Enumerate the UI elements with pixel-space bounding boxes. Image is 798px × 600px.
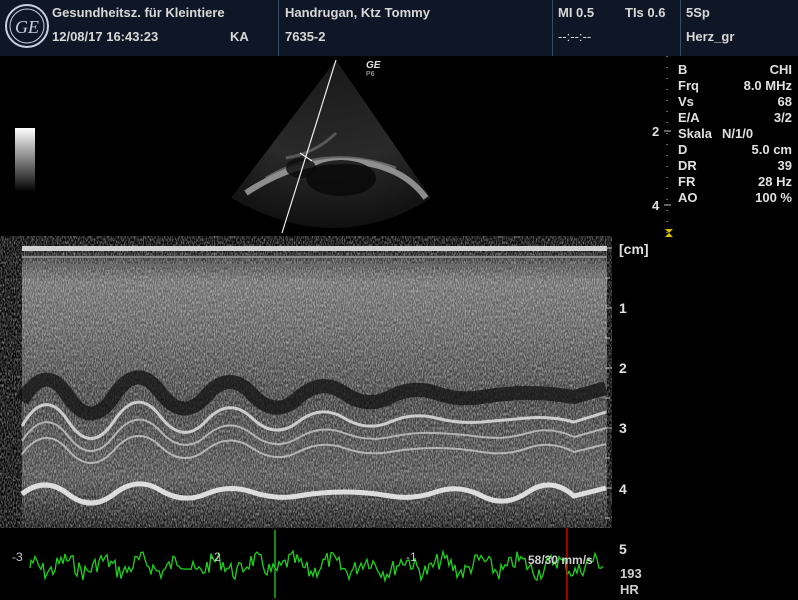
param-value: 5.0 cm xyxy=(751,142,792,157)
probe-name: 5Sp xyxy=(686,5,710,20)
param-key: Frq xyxy=(678,78,699,93)
preset-name: Herz_gr xyxy=(686,29,735,44)
param-key: DR xyxy=(678,158,697,173)
ecg-trace xyxy=(29,528,604,600)
param-key: D xyxy=(678,142,688,157)
depth-marker-icon[interactable] xyxy=(664,228,674,238)
param-row: E/A 3/2 xyxy=(678,110,796,126)
param-value: 8.0 MHz xyxy=(743,78,792,93)
header-divider xyxy=(680,0,681,56)
param-key: Vs xyxy=(678,94,694,109)
header-divider xyxy=(278,0,279,56)
param-key: FR xyxy=(678,174,696,189)
timer-readout: --:--:-- xyxy=(558,29,592,44)
param-row: D 5.0 cm xyxy=(678,142,796,158)
ecg-time-mark: -1 xyxy=(406,550,417,564)
depth-tick-label: 1 xyxy=(619,300,627,316)
param-key: B xyxy=(678,62,688,77)
param-value: 39 xyxy=(777,158,792,173)
patient-id: 7635-2 xyxy=(285,29,326,44)
param-value: 100 % xyxy=(755,190,792,205)
param-row: Frq 8.0 MHz xyxy=(678,78,796,94)
param-row: AO 100 % xyxy=(678,190,796,206)
heart-rate-label: HR xyxy=(620,582,639,597)
param-value: 3/2 xyxy=(773,110,792,125)
param-row: FR 28 Hz xyxy=(678,174,796,190)
depth-tick-label: 4 xyxy=(619,481,627,497)
grayscale-bar xyxy=(15,128,35,192)
depth-tick-label: 5 xyxy=(619,541,627,557)
mechanical-index: MI 0.5 xyxy=(558,5,595,20)
param-row: Vs 68 xyxy=(678,94,796,110)
sector-depth-mark: 2 xyxy=(652,124,660,139)
param-value: 28 Hz xyxy=(758,174,792,189)
param-row: B CHI xyxy=(678,62,796,78)
acquisition-params: B CHI Frq 8.0 MHz Vs 68 E/A 3/2 Skala N/1/0 D… xyxy=(678,62,796,206)
param-key: AO xyxy=(678,190,698,205)
depth-unit-label: [cm] xyxy=(619,241,649,257)
clinic-name: Gesundheitsz. für Kleintiere xyxy=(52,5,225,20)
sweep-speed: 58/30 mm/s xyxy=(528,553,593,567)
sector-image: GE P6 xyxy=(231,59,431,234)
ecg-time-mark: -3 xyxy=(12,550,23,564)
sector-depth-scale xyxy=(664,56,671,236)
exam-datetime: 12/08/17 16:43:23 xyxy=(52,29,159,44)
param-value: CHI xyxy=(769,62,792,77)
param-value: 68 xyxy=(777,94,792,109)
sector-depth-mark: 4 xyxy=(652,198,660,213)
header-divider xyxy=(552,0,553,56)
patient-name: Handrugan, Ktz Tommy xyxy=(285,5,430,20)
heart-rate-value: 193 xyxy=(620,566,642,581)
operator-initials: KA xyxy=(230,29,249,44)
param-row: Skala N/1/0 xyxy=(678,126,796,142)
ecg-waveform xyxy=(29,549,604,584)
depth-tick-label: 3 xyxy=(619,420,627,436)
param-key: Skala xyxy=(678,126,712,141)
depth-tick-label: 2 xyxy=(619,360,627,376)
svg-text:GE: GE xyxy=(15,17,39,37)
sector-probe-mark: P6 xyxy=(366,71,375,78)
sector-logo-text: GE xyxy=(366,60,381,71)
param-value: N/1/0 xyxy=(722,126,754,141)
mmode-trace xyxy=(15,246,612,528)
param-row: DR 39 xyxy=(678,158,796,174)
ge-logo-icon: GE xyxy=(5,4,49,48)
thermal-index: TIs 0.6 xyxy=(625,5,666,20)
header-bar: GE Gesundheitsz. für Kleintiere 12/08/17… xyxy=(0,0,798,56)
ecg-time-mark: -2 xyxy=(210,550,221,564)
param-key: E/A xyxy=(678,110,700,125)
